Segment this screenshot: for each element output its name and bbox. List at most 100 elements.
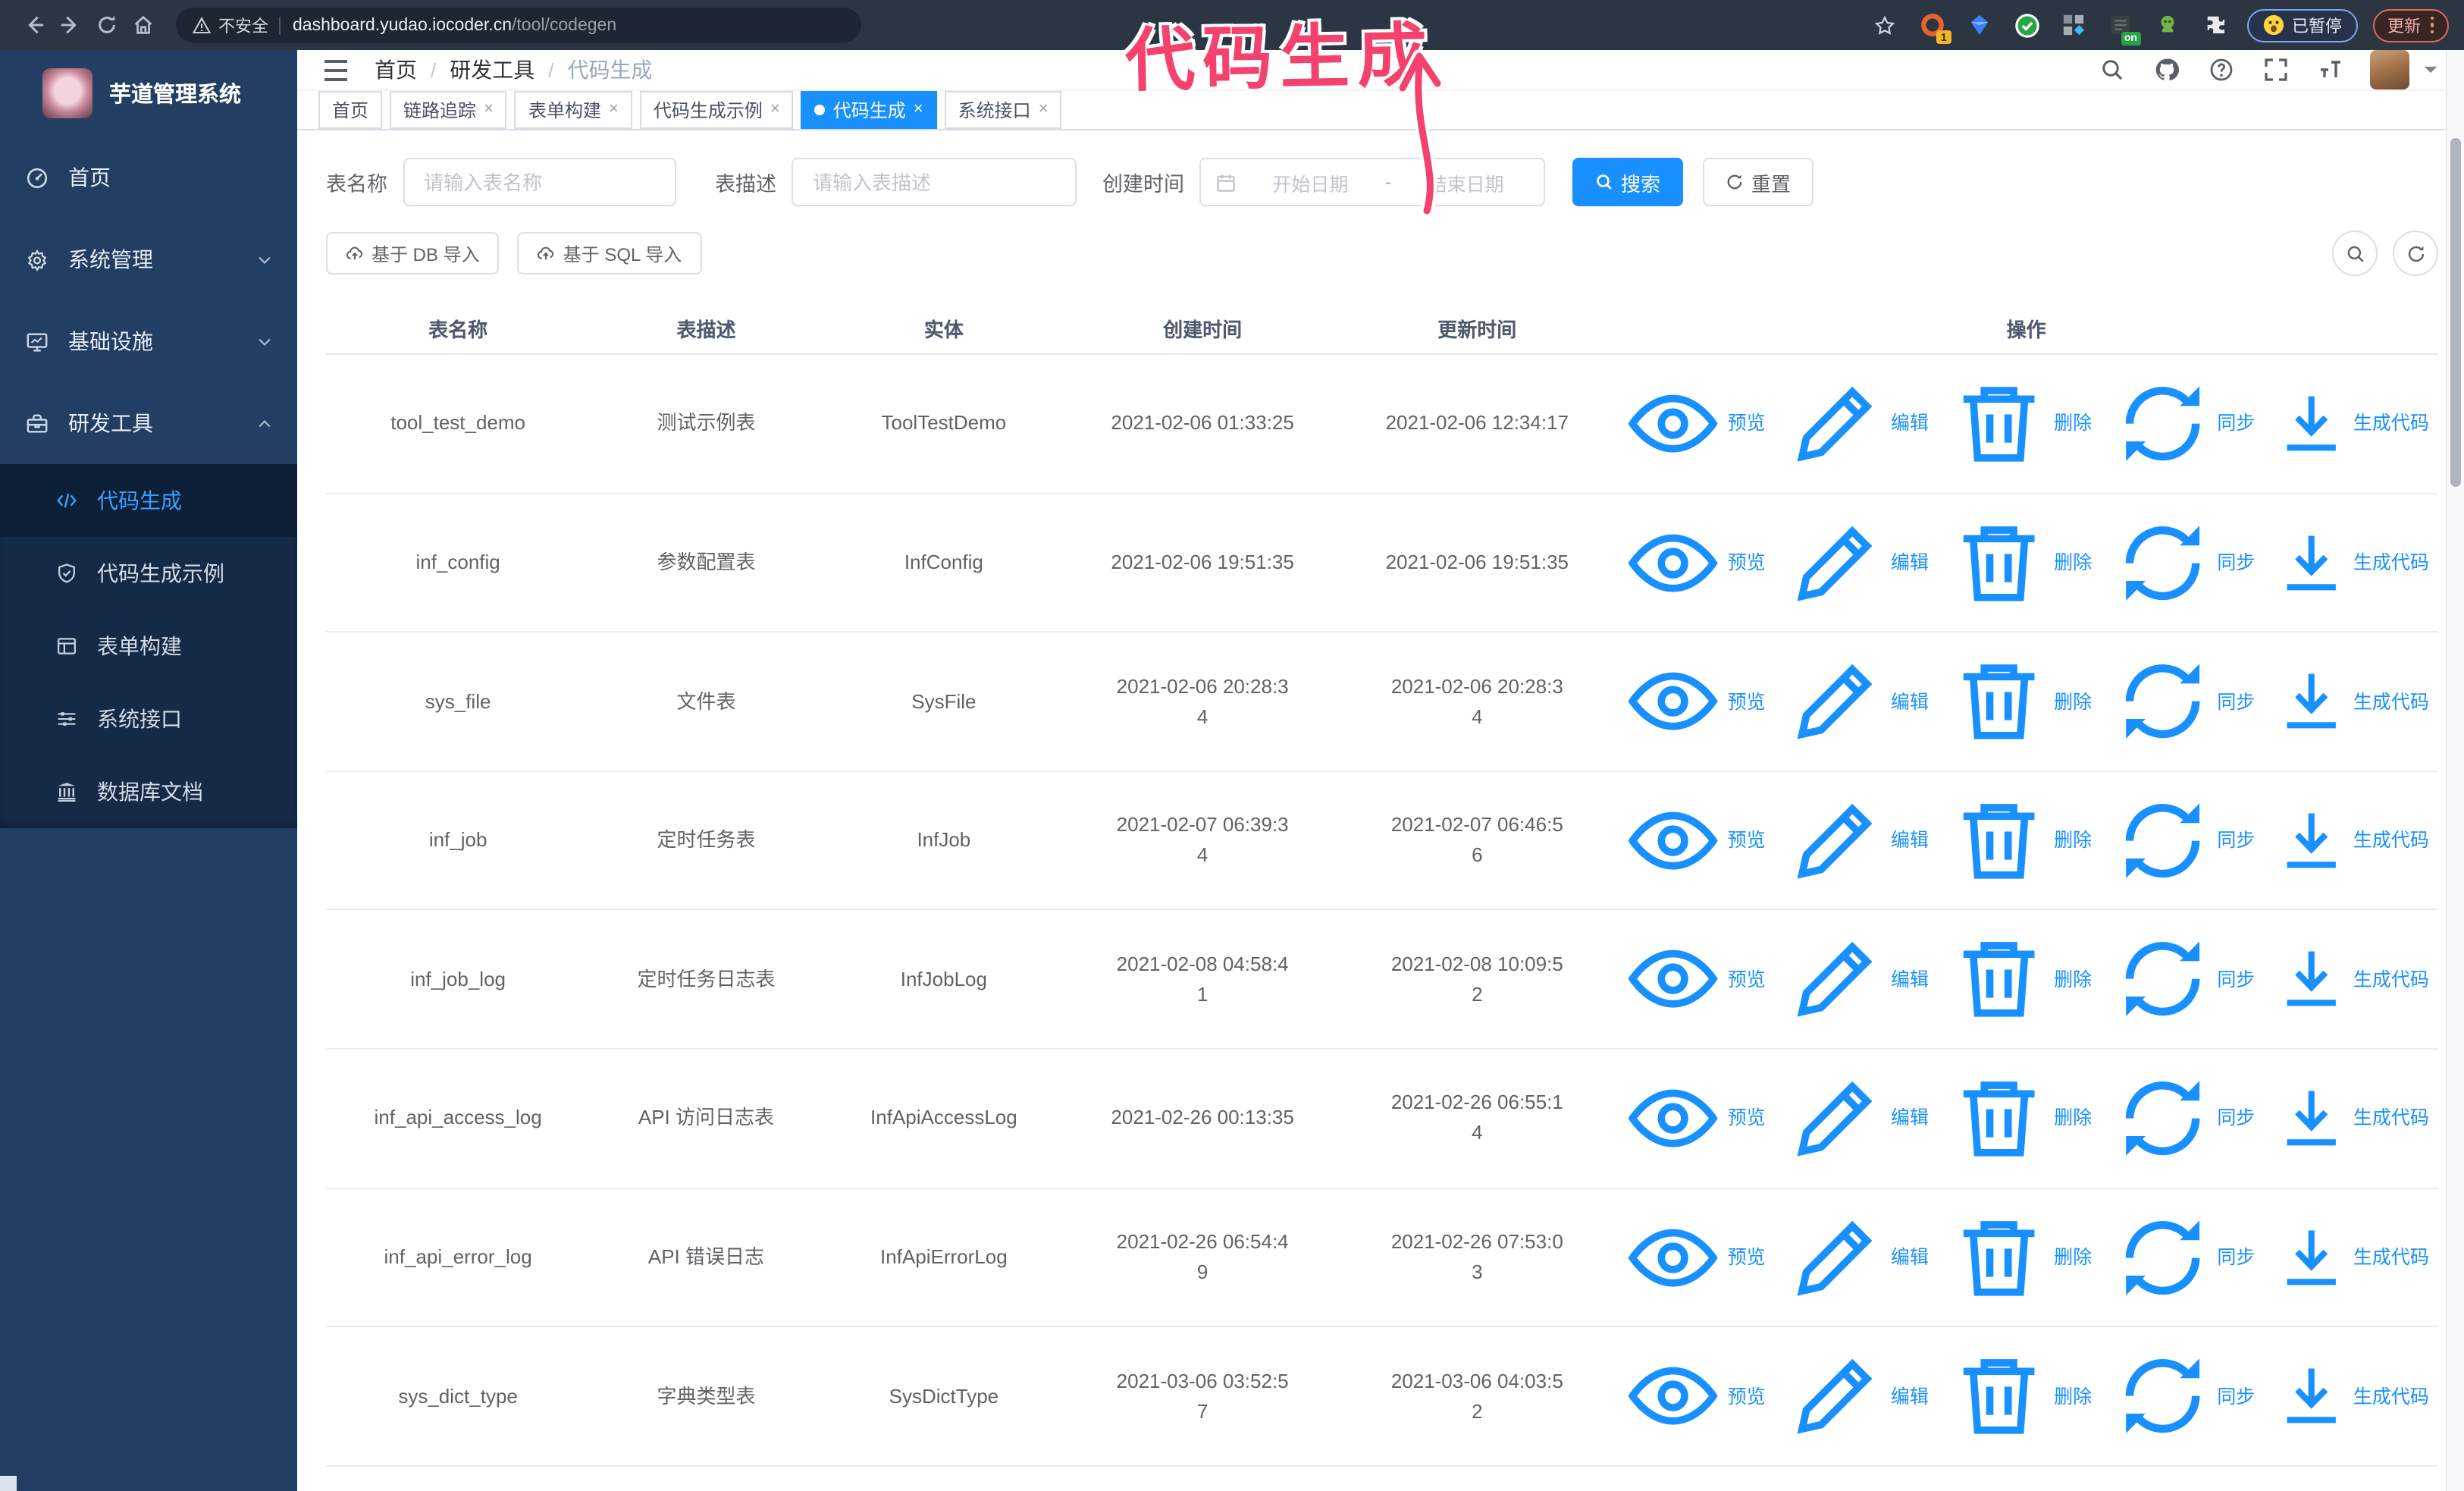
close-icon[interactable]: × [609, 101, 619, 118]
tab-form-builder[interactable]: 表单构建 × [514, 91, 632, 129]
browser-update-button[interactable]: 更新 [2372, 8, 2449, 42]
date-range-picker[interactable]: 开始日期 - 结束日期 [1199, 158, 1545, 206]
edit-link[interactable]: 编辑 [1787, 513, 1929, 611]
import-sql-button[interactable]: 基于 SQL 导入 [517, 232, 702, 275]
generate-link[interactable]: 生成代码 [2276, 1222, 2429, 1292]
search-button[interactable]: 搜索 [1572, 158, 1684, 206]
extensions-puzzle-button[interactable] [2198, 7, 2231, 43]
generate-link[interactable]: 生成代码 [2276, 805, 2429, 876]
header-search-button[interactable] [2094, 52, 2130, 88]
browser-forward-button[interactable] [52, 7, 88, 43]
page-scrollbar[interactable] [2446, 50, 2464, 1491]
user-avatar[interactable] [2370, 50, 2409, 89]
sidebar-toggle-button[interactable] [320, 55, 350, 85]
user-menu-button[interactable] [2420, 59, 2441, 80]
reset-button[interactable]: 重置 [1703, 158, 1814, 206]
tab-system-api[interactable]: 系统接口 × [944, 91, 1062, 129]
delete-link[interactable]: 删除 [1950, 652, 2092, 750]
edit-link[interactable]: 编辑 [1787, 931, 1929, 1028]
generate-link[interactable]: 生成代码 [2276, 1083, 2429, 1154]
edit-link[interactable]: 编辑 [1787, 652, 1929, 750]
sidebar-item-devtools[interactable]: 研发工具 [0, 382, 297, 464]
tab-codegen-demo[interactable]: 代码生成示例 × [639, 91, 794, 129]
delete-link[interactable]: 删除 [1950, 513, 2092, 611]
sync-link[interactable]: 同步 [2113, 931, 2255, 1028]
delete-link[interactable]: 删除 [1950, 1208, 2092, 1306]
sidebar-item-home[interactable]: 首页 [0, 137, 297, 218]
tab-home[interactable]: 首页 [318, 91, 383, 129]
browser-home-button[interactable] [124, 7, 161, 43]
import-db-button[interactable]: 基于 DB 导入 [326, 232, 500, 275]
sidebar-subitem-form-builder[interactable]: 表单构建 [0, 610, 297, 683]
sidebar-subitem-codegen[interactable]: 代码生成 [0, 464, 297, 537]
preview-link[interactable]: 预览 [1623, 792, 1766, 890]
delete-link[interactable]: 删除 [1950, 1348, 2092, 1445]
extension-check-button[interactable] [2010, 7, 2043, 43]
table-name-input[interactable] [421, 169, 657, 195]
sidebar-item-infra[interactable]: 基础设施 [0, 300, 297, 382]
edit-link[interactable]: 编辑 [1787, 375, 1929, 472]
sync-link[interactable]: 同步 [2113, 513, 2255, 611]
edit-link[interactable]: 编辑 [1787, 1069, 1929, 1167]
preview-link[interactable]: 预览 [1623, 1348, 1766, 1445]
preview-link[interactable]: 预览 [1623, 375, 1766, 472]
extension-onoff-button[interactable]: on [2104, 7, 2140, 45]
sidebar-item-system[interactable]: 系统管理 [0, 218, 297, 300]
sync-link[interactable]: 同步 [2113, 1486, 2255, 1491]
sidebar-subitem-codegen-demo[interactable]: 代码生成示例 [0, 537, 297, 610]
close-icon[interactable]: × [1039, 101, 1049, 118]
refresh-table-button[interactable] [2393, 231, 2438, 276]
delete-link[interactable]: 删除 [1950, 375, 2092, 472]
delete-link[interactable]: 删除 [1950, 792, 2092, 890]
github-link-button[interactable] [2149, 52, 2185, 88]
generate-link[interactable]: 生成代码 [2276, 1361, 2429, 1431]
toggle-search-button[interactable] [2332, 231, 2378, 276]
breadcrumb-item[interactable]: 代码生成 [568, 55, 653, 85]
browser-reload-button[interactable] [88, 7, 124, 43]
tab-tracing[interactable]: 链路追踪 × [390, 91, 507, 129]
help-button[interactable] [2203, 52, 2240, 88]
fullscreen-button[interactable] [2258, 52, 2294, 88]
generate-link[interactable]: 生成代码 [2276, 944, 2429, 1015]
browser-back-button[interactable] [15, 7, 52, 43]
preview-link[interactable]: 预览 [1623, 652, 1766, 750]
close-icon[interactable]: × [770, 101, 780, 118]
sync-link[interactable]: 同步 [2113, 1208, 2255, 1306]
close-icon[interactable]: × [914, 101, 923, 118]
sync-link[interactable]: 同步 [2113, 375, 2255, 472]
delete-link[interactable]: 删除 [1950, 1486, 2092, 1491]
sidebar-subitem-db-doc[interactable]: 数据库文档 [0, 755, 297, 828]
edit-link[interactable]: 编辑 [1787, 1486, 1929, 1491]
app-logo[interactable]: 芋道管理系统 [0, 50, 297, 137]
extension-gem-button[interactable] [1963, 7, 1996, 43]
font-size-button[interactable] [2312, 52, 2349, 88]
table-desc-input[interactable] [810, 169, 1058, 195]
preview-link[interactable]: 预览 [1623, 513, 1766, 611]
preview-link[interactable]: 预览 [1623, 931, 1766, 1028]
sync-link[interactable]: 同步 [2113, 1348, 2255, 1445]
generate-link[interactable]: 生成代码 [2276, 527, 2429, 598]
breadcrumb-item[interactable]: 首页 [375, 55, 417, 85]
generate-link[interactable]: 生成代码 [2276, 388, 2429, 459]
close-icon[interactable]: × [484, 101, 494, 118]
edit-link[interactable]: 编辑 [1787, 1208, 1929, 1306]
preview-link[interactable]: 预览 [1623, 1208, 1766, 1306]
edit-link[interactable]: 编辑 [1787, 1348, 1929, 1445]
edit-link[interactable]: 编辑 [1787, 792, 1929, 890]
preview-link[interactable]: 预览 [1623, 1486, 1765, 1491]
preview-link[interactable]: 预览 [1623, 1069, 1766, 1167]
generate-link[interactable]: 生成代码 [2276, 666, 2429, 736]
extension-grid-button[interactable] [2057, 7, 2090, 43]
bookmark-star-button[interactable] [1867, 8, 1901, 42]
sync-link[interactable]: 同步 [2113, 1069, 2255, 1167]
scrollbar-thumb[interactable] [2450, 138, 2461, 487]
delete-link[interactable]: 删除 [1950, 931, 2092, 1028]
extension-green-button[interactable] [2151, 7, 2184, 43]
delete-link[interactable]: 删除 [1950, 1069, 2092, 1167]
breadcrumb-item[interactable]: 研发工具 [450, 55, 534, 85]
tab-codegen[interactable]: 代码生成 × [801, 91, 937, 129]
sync-link[interactable]: 同步 [2113, 652, 2255, 750]
url-bar[interactable]: 不安全 dashboard.yudao.iocoder.cn/tool/code… [176, 8, 861, 42]
sync-link[interactable]: 同步 [2113, 792, 2255, 890]
extension-speeddial-button[interactable]: 1 [1916, 7, 1951, 43]
